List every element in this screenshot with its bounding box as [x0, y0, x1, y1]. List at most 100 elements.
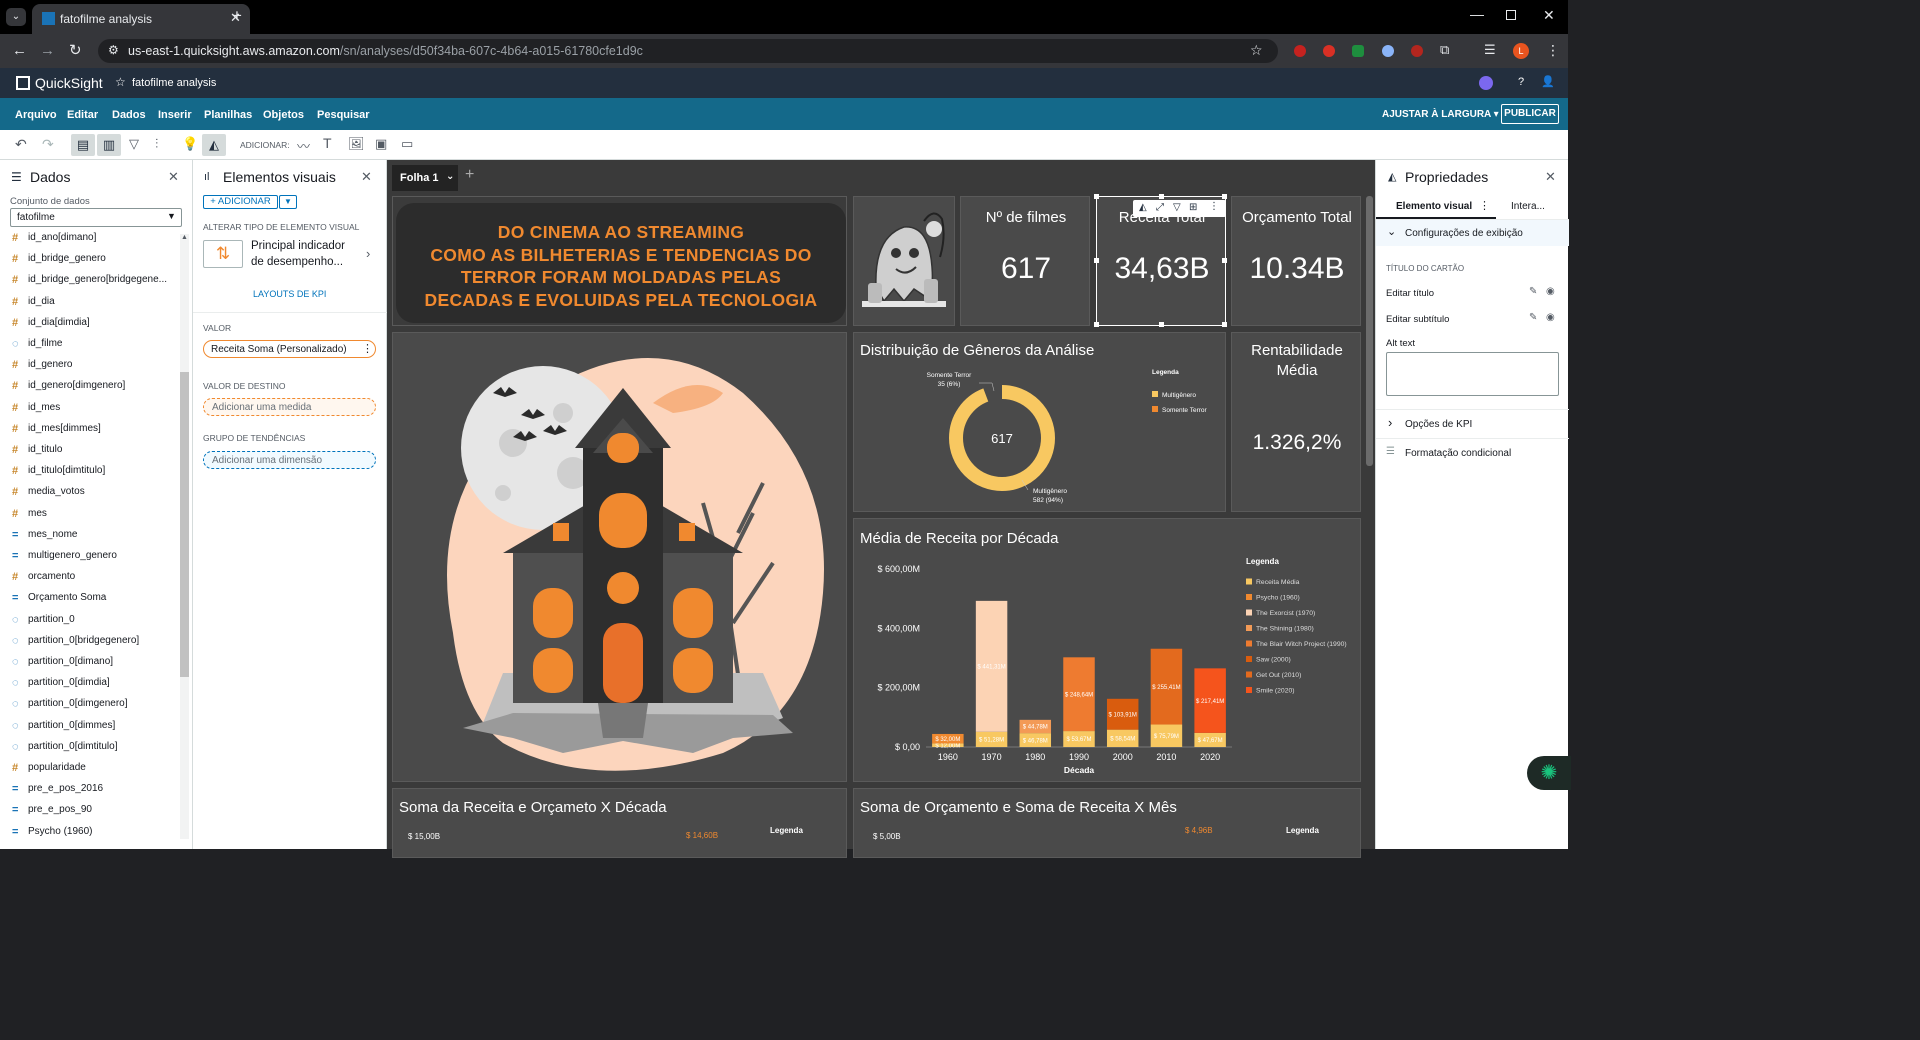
- new-tab-icon[interactable]: +: [232, 6, 242, 26]
- bar-legend-item[interactable]: Receita Média: [1256, 579, 1300, 586]
- budget-revenue-month-card[interactable]: Soma de Orçamento e Soma de Receita X Mê…: [853, 788, 1361, 858]
- chevron-down-icon[interactable]: ⌄: [446, 171, 454, 182]
- menu-dados[interactable]: Dados: [112, 109, 146, 121]
- subtitle-visibility-eye-icon[interactable]: ◉: [1546, 312, 1555, 323]
- kpi-budget-card[interactable]: Orçamento Total 10.34B: [1231, 196, 1361, 326]
- resize-handle[interactable]: [1222, 258, 1227, 263]
- ghost-image-card[interactable]: [853, 196, 955, 326]
- tab-menu-icon[interactable]: ⋮: [1479, 199, 1490, 212]
- insights-icon[interactable]: 💡: [182, 136, 198, 152]
- extension-icon[interactable]: [1382, 45, 1394, 57]
- restore-icon[interactable]: [1506, 10, 1516, 20]
- scroll-up-icon[interactable]: ▲: [181, 234, 188, 241]
- revenue-by-decade-card[interactable]: Média de Receita por Década $ 0,00 $ 200,…: [853, 518, 1361, 782]
- extension-icon[interactable]: [1411, 45, 1423, 57]
- tab-search-button[interactable]: ⌄: [6, 8, 26, 26]
- title-banner-card[interactable]: DO CINEMA AO STREAMING COMO AS BILHETERI…: [392, 196, 847, 326]
- title-visibility-eye-icon[interactable]: ◉: [1546, 286, 1555, 297]
- visuals-pane-toggle[interactable]: ▥: [97, 134, 121, 156]
- kpi-revenue-card[interactable]: Receita Total 34,63B ◭ ⤢ ▽ ⊞ ⋮: [1094, 194, 1227, 327]
- kpi-layouts-link[interactable]: LAYOUTS DE KPI: [253, 289, 326, 299]
- bar-legend-item[interactable]: Get Out (2010): [1256, 672, 1301, 679]
- tab-visual-element[interactable]: Elemento visual: [1396, 201, 1472, 212]
- media-control-icon[interactable]: ☰: [1484, 42, 1496, 58]
- fit-width-dropdown[interactable]: AJUSTAR À LARGURA ▾: [1382, 109, 1499, 120]
- add-image-icon[interactable]: 🖼: [348, 136, 365, 152]
- revenue-budget-decade-card[interactable]: Soma da Receita e Orçameto X Década $ 15…: [392, 788, 847, 858]
- genre-donut-card[interactable]: Distribuição de Gêneros da Análise 617 S…: [853, 332, 1226, 512]
- display-settings-header[interactable]: ⌄ Configurações de exibição: [1376, 220, 1569, 246]
- visual-type-selector[interactable]: ⇅ Principal indicador de desempenho... ›: [203, 238, 379, 272]
- bar-legend-item[interactable]: The Exorcist (1970): [1256, 610, 1315, 617]
- layout-icon[interactable]: ⊞: [1189, 202, 1197, 213]
- add-insight-icon[interactable]: ▣: [375, 136, 387, 152]
- dataset-select[interactable]: fatofilme ▼: [10, 208, 182, 227]
- kpi-options-section[interactable]: › Opções de KPI: [1376, 410, 1569, 438]
- close-window-icon[interactable]: ✕: [1543, 7, 1555, 24]
- parameters-icon[interactable]: ⫶: [155, 136, 158, 152]
- bar-legend-item[interactable]: Smile (2020): [1256, 688, 1295, 695]
- trend-field-well[interactable]: Adicionar uma dimensão: [203, 451, 376, 469]
- user-icon[interactable]: 👤: [1541, 75, 1555, 88]
- visual-more-icon[interactable]: ⋮: [1209, 201, 1219, 212]
- haunted-house-image-card[interactable]: [392, 332, 847, 782]
- bar-legend-item[interactable]: Psycho (1960): [1256, 595, 1300, 602]
- resize-handle[interactable]: [1159, 322, 1164, 327]
- resize-handle[interactable]: [1094, 194, 1099, 199]
- alt-text-input[interactable]: [1386, 352, 1559, 396]
- resize-handle[interactable]: [1222, 194, 1227, 199]
- bar-legend-item[interactable]: The Blair Witch Project (1990): [1256, 641, 1347, 648]
- conditional-formatting-section[interactable]: ☰ Formatação condicional: [1376, 439, 1569, 467]
- field-menu-icon[interactable]: ⋮: [362, 342, 373, 355]
- bar-legend-item[interactable]: Saw (2000): [1256, 657, 1291, 664]
- menu-objetos[interactable]: Objetos: [263, 109, 304, 121]
- quicksight-logo-icon[interactable]: [16, 76, 30, 90]
- bookmark-star-icon[interactable]: ☆: [1250, 42, 1263, 59]
- browser-tab[interactable]: fatofilme analysis ✕: [32, 4, 250, 34]
- reload-icon[interactable]: ↻: [69, 41, 82, 59]
- donut-legend-terror[interactable]: Somente Terror: [1162, 407, 1208, 414]
- redo-icon[interactable]: ↷: [42, 136, 54, 153]
- browser-menu-icon[interactable]: ⋮: [1546, 42, 1560, 59]
- filter-icon[interactable]: ▽: [129, 136, 139, 152]
- canvas-scrollbar[interactable]: [1366, 196, 1373, 466]
- minimize-icon[interactable]: —: [1470, 6, 1484, 22]
- resize-handle[interactable]: [1094, 258, 1099, 263]
- favorite-star-icon[interactable]: ☆: [115, 75, 126, 89]
- extension-icon[interactable]: [1323, 45, 1335, 57]
- extension-icon[interactable]: [1352, 45, 1364, 57]
- expand-icon[interactable]: ⤢: [1156, 202, 1164, 213]
- kpi-profitability-card[interactable]: Rentabilidade Média 1.326,2%: [1231, 332, 1361, 512]
- add-embed-icon[interactable]: ▭: [401, 136, 413, 152]
- close-data-panel-icon[interactable]: ✕: [168, 169, 179, 185]
- back-icon[interactable]: ←: [12, 42, 27, 59]
- extensions-puzzle-icon[interactable]: ⧉: [1440, 42, 1449, 58]
- edit-subtitle-pencil-icon[interactable]: ✎: [1529, 312, 1537, 323]
- visual-insights-icon[interactable]: ◭: [1139, 202, 1147, 213]
- kpi-films-card[interactable]: Nº de filmes 617: [960, 196, 1090, 326]
- scrollbar-thumb[interactable]: [180, 372, 189, 677]
- data-pane-toggle[interactable]: ▤: [71, 134, 95, 156]
- edit-subtitle-label[interactable]: Editar subtítulo: [1386, 314, 1449, 325]
- add-visual-button[interactable]: + ADICIONAR: [203, 195, 278, 209]
- analysis-name[interactable]: fatofilme analysis: [132, 77, 216, 89]
- format-visual-toggle[interactable]: ◭: [202, 134, 226, 156]
- donut-legend-multi[interactable]: Multigênero: [1162, 392, 1196, 399]
- sheet-tab[interactable]: Folha 1 ⌄: [392, 165, 458, 191]
- close-visuals-panel-icon[interactable]: ✕: [361, 169, 372, 185]
- menu-pesquisar[interactable]: Pesquisar: [317, 109, 370, 121]
- scrollbar-track[interactable]: ▲: [180, 234, 189, 839]
- edit-title-label[interactable]: Editar título: [1386, 288, 1434, 299]
- add-visual-dropdown[interactable]: ▼: [279, 195, 297, 209]
- resize-handle[interactable]: [1094, 322, 1099, 327]
- brand-name[interactable]: QuickSight: [35, 75, 103, 91]
- forward-icon[interactable]: →: [40, 42, 55, 59]
- url-field[interactable]: ⚙ us-east-1.quicksight.aws.amazon.com/sn…: [98, 39, 1278, 63]
- add-text-icon[interactable]: T: [323, 135, 332, 151]
- help-icon[interactable]: ?: [1518, 76, 1524, 88]
- resize-handle[interactable]: [1222, 322, 1227, 327]
- tab-interactions[interactable]: Intera...: [1511, 201, 1545, 212]
- target-field-well[interactable]: Adicionar uma medida: [203, 398, 376, 416]
- add-sheet-icon[interactable]: +: [465, 166, 474, 184]
- menu-inserir[interactable]: Inserir: [158, 109, 192, 121]
